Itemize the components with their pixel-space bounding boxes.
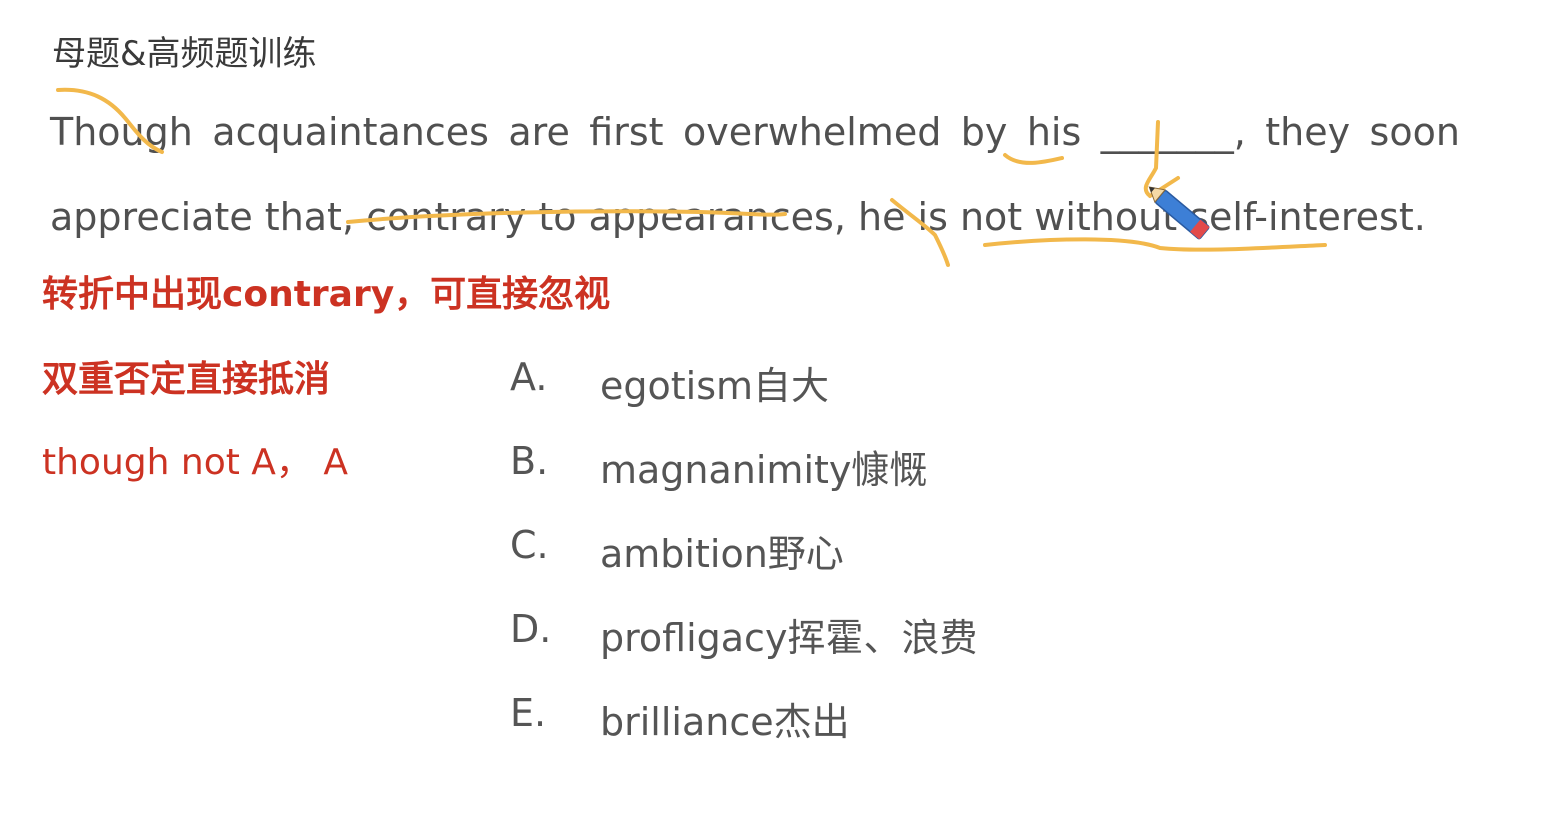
- word: acquaintances: [212, 110, 489, 154]
- annotation-note-rule: though not A， A: [42, 442, 348, 483]
- option-text: magnanimity慷慨: [600, 448, 928, 492]
- option-letter: C.: [510, 523, 549, 567]
- sentence-line-1: Though acquaintances are first overwhelm…: [50, 110, 1460, 154]
- word: overwhelmed: [682, 110, 942, 154]
- option-letter: A.: [510, 355, 548, 399]
- word: by: [960, 110, 1008, 154]
- mark-his: [1003, 153, 1064, 165]
- option-text: egotism自大: [600, 364, 830, 408]
- option-letter: B.: [510, 439, 549, 483]
- word: soon: [1369, 110, 1460, 154]
- word: they: [1265, 110, 1351, 154]
- option-letter: D.: [510, 607, 552, 651]
- answer-blank: _______,: [1100, 110, 1246, 154]
- annotation-note-contrary: 转折中出现contrary，可直接忽视: [42, 274, 611, 315]
- word: are: [508, 110, 570, 154]
- option-text: brilliance杰出: [600, 700, 850, 744]
- option-text: profligacy挥霍、浪费: [600, 616, 978, 660]
- mark-underline-without: [983, 237, 1327, 252]
- word: first: [589, 110, 664, 154]
- option-letter: E.: [510, 691, 547, 735]
- annotation-note-double-negative: 双重否定直接抵消: [42, 359, 331, 400]
- word-though: Though: [50, 110, 193, 154]
- page-heading: 母题&高频题训练: [52, 34, 317, 74]
- word-his: his: [1026, 110, 1082, 154]
- sentence-line-2: appreciate that, contrary to appearances…: [50, 195, 1426, 239]
- option-text: ambition野心: [600, 532, 844, 576]
